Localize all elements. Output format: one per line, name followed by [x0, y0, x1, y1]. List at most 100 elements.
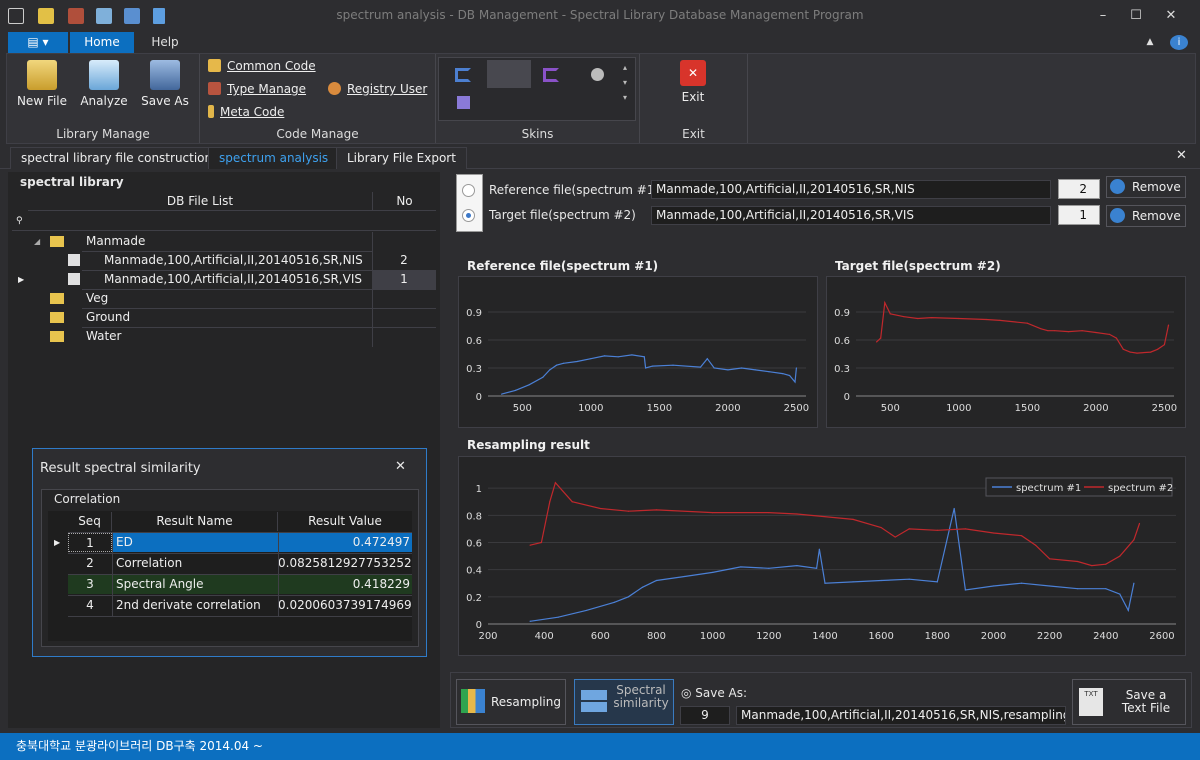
tree-node-veg[interactable]: Veg [86, 289, 108, 308]
x-tick-label: 2000 [715, 403, 740, 414]
data-point [1119, 555, 1121, 557]
x-tick-label: 2500 [1152, 403, 1177, 414]
type-manage-button[interactable]: Type Manage [208, 79, 306, 99]
save-as-button[interactable]: Save As [135, 58, 195, 114]
tree-file-nis-no: 2 [400, 253, 408, 267]
target-radio[interactable] [462, 209, 475, 222]
col-db-file-list[interactable]: DB File List [28, 192, 372, 211]
y-tick-label: 1 [476, 484, 482, 495]
target-no-field[interactable]: 1 [1058, 205, 1100, 225]
reference-no-field[interactable]: 2 [1058, 179, 1100, 199]
meta-code-button[interactable]: Meta Code [208, 102, 284, 122]
close-button[interactable]: ✕ [1158, 6, 1184, 26]
collapse-ribbon-icon[interactable]: ▲ [1140, 32, 1160, 53]
remove-target-button[interactable]: Remove [1106, 205, 1186, 227]
tab-help[interactable]: Help [136, 32, 194, 53]
y-tick-label: 0 [476, 620, 482, 631]
registry-user-button[interactable]: Registry User [328, 79, 427, 99]
target-file-field[interactable]: Manmade,100,Artificial,II,20140516,SR,VI… [651, 206, 1051, 225]
tab-library-file-export[interactable]: Library File Export [336, 147, 467, 169]
data-point [936, 529, 938, 531]
help-icon[interactable]: i [1170, 35, 1188, 50]
divider [68, 574, 412, 575]
close-tab-icon[interactable]: ✕ [1176, 148, 1187, 163]
y-tick-label: 0.2 [466, 593, 482, 604]
new-file-button[interactable]: New File [11, 58, 73, 114]
x-tick-label: 1000 [700, 631, 725, 642]
analyze-button[interactable]: Analyze [75, 58, 133, 114]
reference-radio[interactable] [462, 184, 475, 197]
col-no[interactable]: No [372, 192, 436, 211]
data-point [880, 526, 882, 529]
tree-node-water[interactable]: Water [86, 327, 121, 346]
result-name-2[interactable]: Correlation [112, 554, 278, 573]
dialog-close-icon[interactable]: ✕ [395, 459, 406, 474]
data-point [1034, 544, 1037, 546]
x-tick-label: 600 [591, 631, 610, 642]
save-text-file-button[interactable]: TXT Save a Text File [1072, 679, 1186, 725]
tab-spectrum-analysis[interactable]: spectrum analysis [208, 147, 340, 169]
skin-vs-dark-icon[interactable] [487, 60, 531, 88]
result-seq-1[interactable]: 1 [68, 533, 112, 552]
skin-vs-purple-icon[interactable] [543, 68, 559, 82]
data-point [542, 376, 544, 378]
row-indicator-icon: ▶ [18, 275, 25, 284]
result-value-4[interactable]: 0.0200603739174969 [278, 596, 412, 615]
resampling-button[interactable]: Resampling [456, 679, 566, 725]
data-point [1077, 560, 1079, 563]
common-code-button[interactable]: Common Code [208, 56, 316, 76]
result-value-1[interactable]: 0.472497 [278, 533, 412, 552]
x-tick-label: 2400 [1093, 631, 1118, 642]
result-name-3[interactable]: Spectral Angle [112, 575, 278, 594]
spectral-similarity-button[interactable]: Spectral similarity [574, 679, 674, 725]
tree-node-ground[interactable]: Ground [86, 308, 130, 327]
filter-row[interactable]: ⚲ [12, 212, 436, 231]
reference-file-field[interactable]: Manmade,100,Artificial,II,20140516,SR,NI… [651, 180, 1051, 199]
y-tick-label: 0.6 [834, 336, 850, 347]
folder-icon [50, 331, 64, 342]
skin-gallery[interactable]: ▴ ▾ ▾ [438, 57, 636, 121]
data-point [672, 364, 674, 366]
exit-button[interactable]: ✕ Exit [662, 58, 724, 114]
result-name-4[interactable]: 2nd derivate correlation [112, 596, 278, 615]
skin-vs-light-icon[interactable] [457, 96, 470, 109]
skin-vs-blue-icon[interactable] [455, 68, 471, 82]
skins-group: ▴ ▾ ▾ Skins [436, 54, 640, 143]
col-result-value[interactable]: Result Value [278, 512, 412, 531]
tree-node-manmade[interactable]: Manmade [86, 232, 145, 251]
gallery-scroll-icon[interactable]: ▴ ▾ ▾ [623, 60, 633, 105]
data-point [796, 513, 798, 515]
chart-icon [89, 60, 119, 90]
data-point [964, 528, 966, 530]
application-menu-button[interactable]: ▤ ▾ [8, 32, 68, 53]
save-name-field[interactable]: Manmade,100,Artificial,II,20140516,SR,NI… [736, 706, 1066, 725]
col-seq[interactable]: Seq [68, 512, 112, 531]
data-point [1122, 348, 1124, 350]
tab-spectral-library-file-construction[interactable]: spectral library file construction [10, 147, 224, 169]
result-value-2[interactable]: 0.0825812927753252 [278, 554, 412, 573]
tab-home[interactable]: Home [70, 32, 134, 53]
result-seq-3[interactable]: 3 [68, 575, 112, 594]
data-point [1067, 331, 1070, 333]
result-seq-4[interactable]: 4 [68, 596, 112, 615]
result-value-3[interactable]: 0.418229 [278, 575, 412, 594]
floppy-icon [150, 60, 180, 90]
minus-icon [1110, 179, 1125, 194]
data-point [894, 536, 896, 538]
splitter[interactable] [442, 172, 446, 728]
data-point [815, 567, 818, 569]
tree-file-nis[interactable]: Manmade,100,Artificial,II,20140516,SR,NI… [104, 251, 363, 270]
maximize-button[interactable]: ☐ [1123, 6, 1149, 26]
tree-file-vis[interactable]: Manmade,100,Artificial,II,20140516,SR,VI… [104, 270, 362, 289]
expand-icon[interactable]: ◢ [34, 232, 40, 251]
reference-chart: 0 0.3 0.6 0.9 500 1000 1500 2000 2500 [466, 308, 809, 414]
remove-reference-button[interactable]: Remove [1106, 176, 1186, 198]
result-name-1[interactable]: ED [112, 533, 278, 552]
save-no-field[interactable]: 9 [680, 706, 730, 725]
data-point [880, 579, 882, 582]
skin-round-icon[interactable] [591, 68, 604, 81]
result-seq-2[interactable]: 2 [68, 554, 112, 573]
minimize-button[interactable]: – [1090, 6, 1116, 26]
col-result-name[interactable]: Result Name [112, 512, 278, 531]
resampling-chart-title: Resampling result [467, 438, 590, 452]
